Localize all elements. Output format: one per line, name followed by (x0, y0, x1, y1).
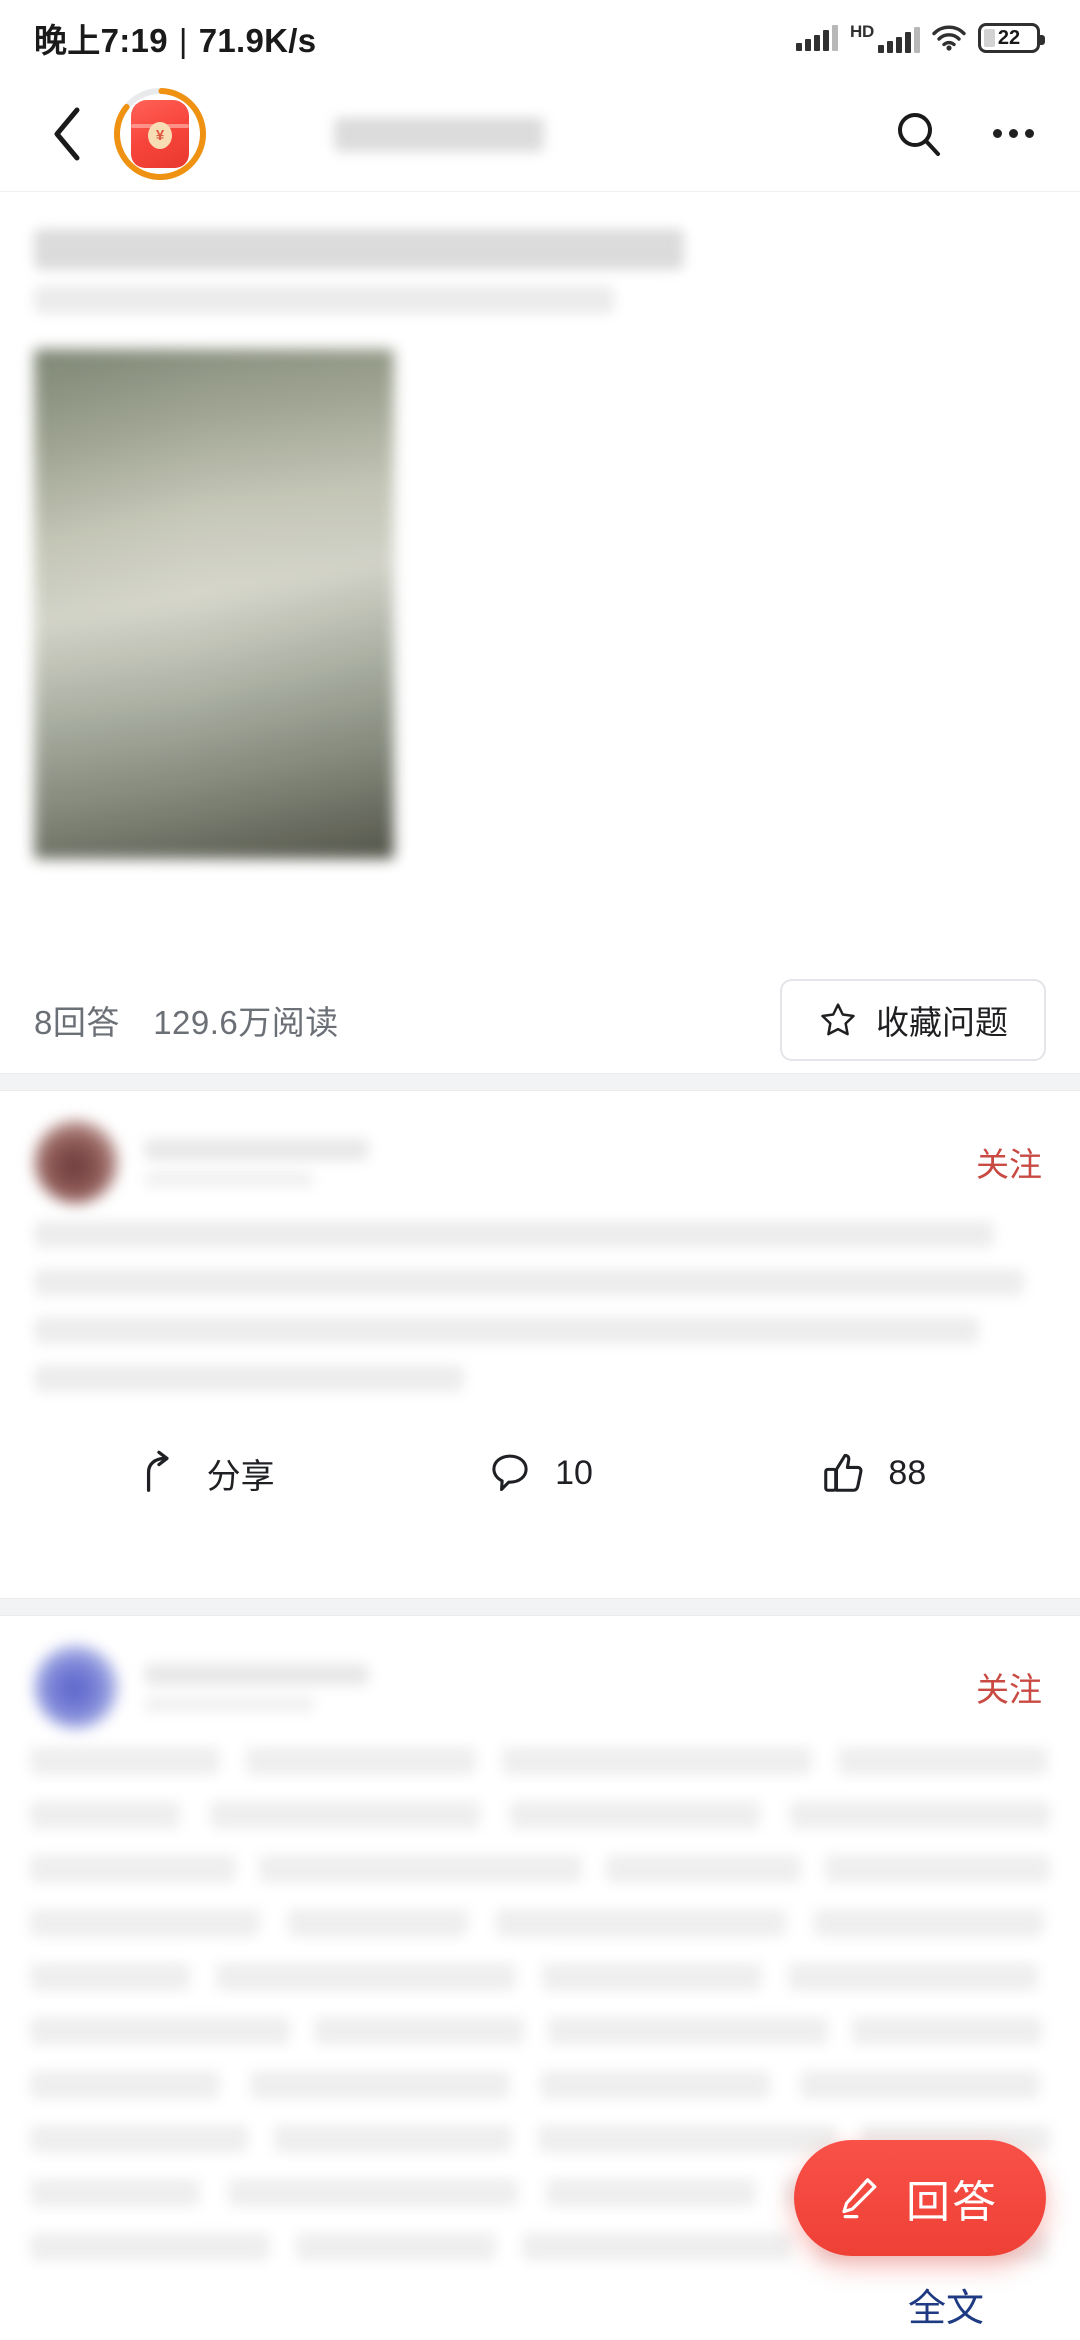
battery-icon: 22 (978, 23, 1045, 53)
search-button[interactable] (888, 103, 950, 165)
share-arrow-icon (146, 1450, 169, 1492)
question-stats: 8回答 129.6万阅读 (34, 996, 339, 1044)
wifi-icon (932, 25, 966, 51)
signal-bars-icon (796, 25, 839, 51)
signal-bars-icon-2 (878, 27, 920, 53)
read-count: 129.6万阅读 (153, 1004, 339, 1041)
red-envelope-avatar[interactable]: ¥ (112, 86, 208, 182)
battery-percent: 22 (997, 27, 1021, 49)
question-title[interactable] (34, 229, 1046, 313)
answer-2-body-line (30, 2016, 1050, 2044)
answer-1-author-meta[interactable] (144, 1137, 952, 1187)
collect-question-button[interactable]: 收藏问题 (780, 979, 1046, 1061)
comment-count: 10 (555, 1453, 593, 1492)
answer-1-body-line (34, 1221, 994, 1247)
comment-bubble-icon (492, 1454, 528, 1492)
share-label: 分享 (206, 1457, 275, 1496)
share-button[interactable]: 分享 (40, 1449, 373, 1498)
section-divider-2 (0, 1598, 1080, 1616)
status-network-speed: 71.9K/s (198, 22, 317, 59)
answer-2-body-line (30, 1746, 1050, 1774)
red-envelope-icon: ¥ (131, 99, 189, 168)
status-bar-left: 晚上7:19 | 71.9K/s (34, 14, 316, 62)
hd-label: HD (850, 22, 874, 41)
answer-1-author-name (144, 1137, 369, 1160)
thumbs-up-icon (824, 1453, 863, 1492)
answer-2-body-line (30, 2070, 1050, 2098)
answer-2-author-meta[interactable] (144, 1662, 952, 1712)
answer-1-body-line (34, 1365, 464, 1391)
question-stats-row: 8回答 129.6万阅读 收藏问题 (0, 965, 1080, 1075)
answer-1-body-line (34, 1269, 1024, 1295)
expand-full-text-link[interactable]: 全文 (908, 2277, 984, 2332)
more-options-icon-dot3 (1024, 129, 1034, 138)
header-title (254, 108, 858, 160)
question-image-thumbnail[interactable] (34, 349, 394, 859)
collect-question-label: 收藏问题 (876, 1004, 1008, 1041)
answer-2-body-line (30, 1854, 1051, 1882)
answer-1-action-bar: 分享 10 88 (0, 1413, 1080, 1533)
header-actions (888, 103, 1044, 165)
question-title-line-2 (34, 285, 614, 313)
answer-2-author-row: 关注 (0, 1616, 1080, 1732)
answer-2-body-line (30, 1962, 1050, 1990)
star-icon (821, 1003, 855, 1036)
answer-2-author-name (144, 1662, 369, 1685)
answer-1-follow-button[interactable]: 关注 (952, 1132, 1046, 1192)
write-answer-fab[interactable]: 回答 (794, 2140, 1046, 2256)
back-chevron-icon (54, 107, 80, 160)
write-answer-label: 回答 (906, 2178, 998, 2227)
answer-1-author-row: 关注 (0, 1091, 1080, 1207)
answer-2-follow-button[interactable]: 关注 (952, 1657, 1046, 1717)
section-divider-1 (0, 1073, 1080, 1091)
answer-2-body-line (30, 1800, 1050, 1828)
answer-1-body[interactable] (0, 1207, 1080, 1413)
pencil-icon (842, 2178, 877, 2219)
envelope-seal: ¥ (148, 121, 172, 149)
answer-2-avatar[interactable] (34, 1645, 118, 1729)
question-title-line-1 (34, 229, 684, 269)
answer-2-body-line (30, 1908, 1050, 1936)
like-count: 88 (888, 1453, 927, 1492)
answer-1-author-bio (144, 1170, 314, 1187)
hd-signal-group: HD (850, 23, 920, 53)
status-bar-right: HD 22 (796, 23, 1045, 53)
answer-1-avatar[interactable] (34, 1120, 118, 1204)
status-separator: | (178, 22, 188, 59)
search-icon (898, 112, 940, 156)
like-button[interactable]: 88 (707, 1450, 1040, 1496)
answer-2-author-bio (144, 1695, 314, 1712)
more-options-icon-dot2 (1008, 129, 1018, 138)
question-block (0, 193, 1080, 859)
answer-card-1: 关注 分享 10 88 (0, 1091, 1080, 1578)
app-screen: 晚上7:19 | 71.9K/s HD 22 ¥ 8回答 129.6万阅读 收藏… (0, 0, 1080, 2340)
app-header: ¥ (0, 76, 1080, 192)
status-time: 晚上7:19 (34, 22, 168, 59)
more-options-icon (992, 129, 1002, 138)
header-title-blurred-text (334, 116, 544, 151)
back-button[interactable] (36, 103, 98, 165)
status-bar: 晚上7:19 | 71.9K/s HD 22 (0, 0, 1080, 76)
answer-count: 8回答 (34, 1004, 120, 1041)
more-options-button[interactable] (982, 103, 1044, 165)
comment-button[interactable]: 10 (373, 1450, 706, 1496)
answer-1-body-line (34, 1317, 979, 1343)
